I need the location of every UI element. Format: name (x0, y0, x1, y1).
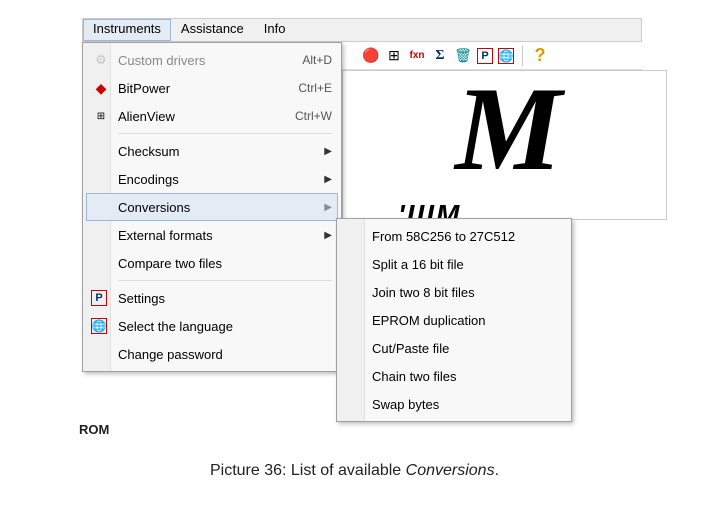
bitpower-icon: ◆ (91, 78, 111, 98)
menubar: Instruments Assistance Info (82, 18, 642, 42)
tool-fxn-icon[interactable]: fxn (408, 47, 426, 65)
submenu-item-label: EPROM duplication (372, 313, 485, 328)
menu-assistance[interactable]: Assistance (171, 19, 254, 41)
menu-item-compare[interactable]: Compare two files (86, 249, 338, 277)
menu-item-settings[interactable]: P Settings (86, 284, 338, 312)
menu-item-label: Checksum (118, 144, 179, 159)
submenu-item-58c256[interactable]: From 58C256 to 27C512 (340, 222, 568, 250)
menu-item-label: Custom drivers (118, 53, 205, 68)
submenu-item-chain[interactable]: Chain two files (340, 362, 568, 390)
tool-sigma-icon[interactable]: Σ (431, 47, 449, 65)
shortcut-label: Ctrl+E (298, 81, 332, 95)
menu-divider (118, 280, 332, 281)
submenu-item-swap-bytes[interactable]: Swap bytes (340, 390, 568, 418)
menu-item-select-language[interactable]: 🌐 Select the language (86, 312, 338, 340)
tool-red-icon[interactable]: 🔴 (362, 47, 380, 65)
tool-globe-icon[interactable]: 🌐 (498, 48, 514, 64)
content-viewport: M 'IIIM (342, 70, 667, 220)
menu-item-checksum[interactable]: Checksum ▶ (86, 137, 338, 165)
tool-p-icon[interactable]: P (477, 48, 493, 64)
shortcut-label: Ctrl+W (295, 109, 332, 123)
menu-instruments[interactable]: Instruments (83, 19, 171, 41)
caption-suffix: . (495, 462, 499, 479)
submenu-item-label: From 58C256 to 27C512 (372, 229, 515, 244)
alienview-icon: ⊞ (91, 106, 111, 126)
globe-icon: 🌐 (91, 318, 107, 334)
menu-item-conversions[interactable]: Conversions ▶ (86, 193, 338, 221)
custom-drivers-icon: ⚙ (91, 50, 111, 70)
menu-item-bitpower[interactable]: ◆ BitPower Ctrl+E (86, 74, 338, 102)
submenu-arrow-icon: ▶ (324, 146, 332, 157)
logo-subtext: 'IIIM (398, 199, 461, 220)
menu-item-label: Encodings (118, 172, 179, 187)
caption-em: Conversions (406, 462, 495, 479)
submenu-item-label: Swap bytes (372, 397, 439, 412)
instruments-dropdown: ⚙ Custom drivers Alt+D ◆ BitPower Ctrl+E… (82, 42, 342, 372)
menu-item-custom-drivers[interactable]: ⚙ Custom drivers Alt+D (86, 46, 338, 74)
toolbar-separator (522, 46, 523, 66)
tool-trash-icon[interactable]: 🗑 (454, 47, 472, 65)
submenu-item-label: Join two 8 bit files (372, 285, 475, 300)
submenu-arrow-icon: ▶ (324, 230, 332, 241)
logo-letter: M (455, 81, 554, 177)
menu-item-external-formats[interactable]: External formats ▶ (86, 221, 338, 249)
menu-item-label: AlienView (118, 109, 175, 124)
menu-item-change-password[interactable]: Change password (86, 340, 338, 368)
menu-info[interactable]: Info (254, 19, 296, 41)
rom-label: ROM (79, 422, 109, 437)
menu-item-alienview[interactable]: ⊞ AlienView Ctrl+W (86, 102, 338, 130)
menu-item-label: Conversions (118, 200, 190, 215)
shortcut-label: Alt+D (302, 53, 332, 67)
submenu-item-label: Chain two files (372, 369, 457, 384)
menu-item-label: Compare two files (118, 256, 222, 271)
caption-prefix: Picture 36: List of available (210, 462, 406, 479)
tool-help-icon[interactable]: ? (531, 47, 549, 65)
menu-item-label: External formats (118, 228, 213, 243)
submenu-arrow-icon: ▶ (324, 202, 332, 213)
menu-divider (118, 133, 332, 134)
submenu-item-cut-paste[interactable]: Cut/Paste file (340, 334, 568, 362)
menu-item-label: Change password (118, 347, 223, 362)
submenu-item-split-16bit[interactable]: Split a 16 bit file (340, 250, 568, 278)
menu-item-label: Select the language (118, 319, 233, 334)
conversions-submenu: From 58C256 to 27C512 Split a 16 bit fil… (336, 218, 572, 422)
settings-icon: P (91, 290, 107, 306)
submenu-item-label: Split a 16 bit file (372, 257, 464, 272)
submenu-item-label: Cut/Paste file (372, 341, 449, 356)
figure-caption: Picture 36: List of available Conversion… (0, 462, 709, 480)
menu-item-label: Settings (118, 291, 165, 306)
menu-item-encodings[interactable]: Encodings ▶ (86, 165, 338, 193)
submenu-arrow-icon: ▶ (324, 174, 332, 185)
submenu-item-eprom-dup[interactable]: EPROM duplication (340, 306, 568, 334)
submenu-item-join-8bit[interactable]: Join two 8 bit files (340, 278, 568, 306)
menu-item-label: BitPower (118, 81, 170, 96)
tool-grid-icon[interactable]: ⊞ (385, 47, 403, 65)
